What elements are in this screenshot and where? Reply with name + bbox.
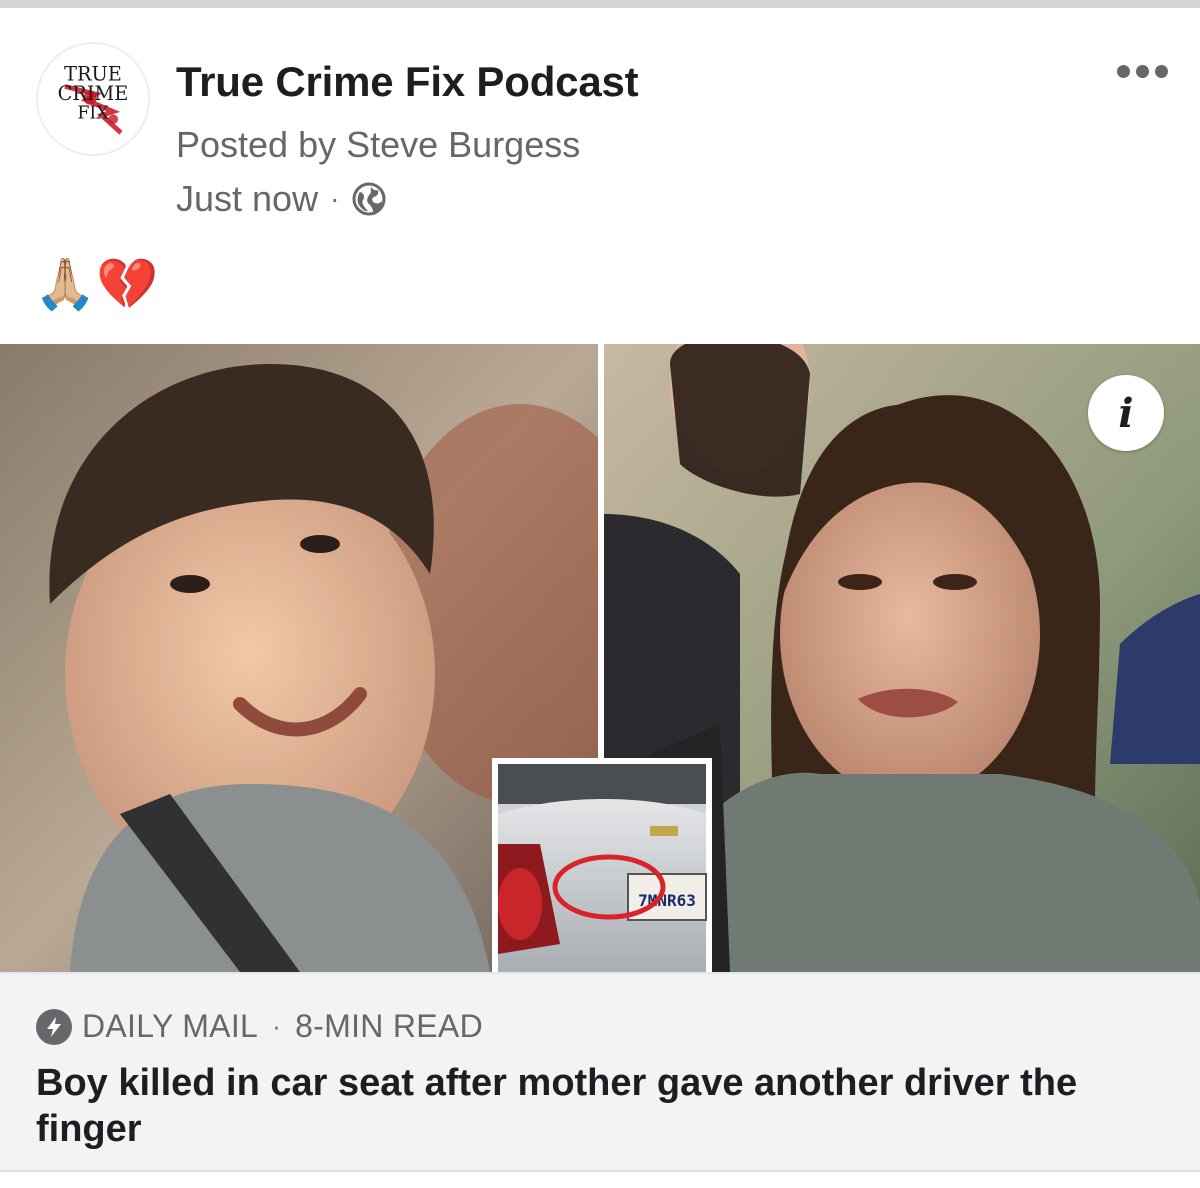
meta-separator: ·	[330, 183, 340, 214]
more-options-icon[interactable]	[1110, 56, 1174, 86]
more-dot	[1154, 64, 1168, 78]
posted-by-label: Posted by Steve Burgess	[176, 124, 581, 165]
inset-car-photo: 7MNR63	[492, 758, 712, 972]
info-icon[interactable]: i	[1088, 375, 1164, 451]
page-avatar[interactable]: TRUE CRIME FIX	[36, 42, 150, 156]
link-headline[interactable]: Boy killed in car seat after mother gave…	[36, 1060, 1176, 1152]
logo-line-2: CRIME	[58, 82, 129, 105]
post-text: 🙏🏼💔	[34, 256, 159, 312]
link-preview-image[interactable]: 7MNR63	[0, 344, 1200, 972]
lightning-bolt-icon	[36, 1008, 72, 1045]
logo-line-3: FIX	[77, 103, 109, 123]
more-dot	[1116, 64, 1130, 78]
top-divider	[0, 0, 1200, 8]
globe-icon[interactable]	[351, 181, 387, 217]
link-source-line: DAILY MAIL · 8-MIN READ	[36, 1008, 483, 1045]
true-crime-fix-logo: TRUE CRIME FIX	[38, 44, 148, 154]
bottom-spacer	[0, 1172, 1200, 1188]
source-separator: ·	[272, 1011, 282, 1041]
read-time: 8-MIN READ	[295, 1008, 483, 1044]
link-preview-footer[interactable]: DAILY MAIL · 8-MIN READ Boy killed in ca…	[0, 972, 1200, 1172]
timestamp-link[interactable]: Just now	[176, 178, 318, 220]
link-source: DAILY MAIL	[82, 1008, 259, 1044]
post-meta: Just now ·	[176, 178, 387, 220]
more-dot	[1135, 64, 1149, 78]
page-name-link[interactable]: True Crime Fix Podcast	[176, 58, 639, 106]
